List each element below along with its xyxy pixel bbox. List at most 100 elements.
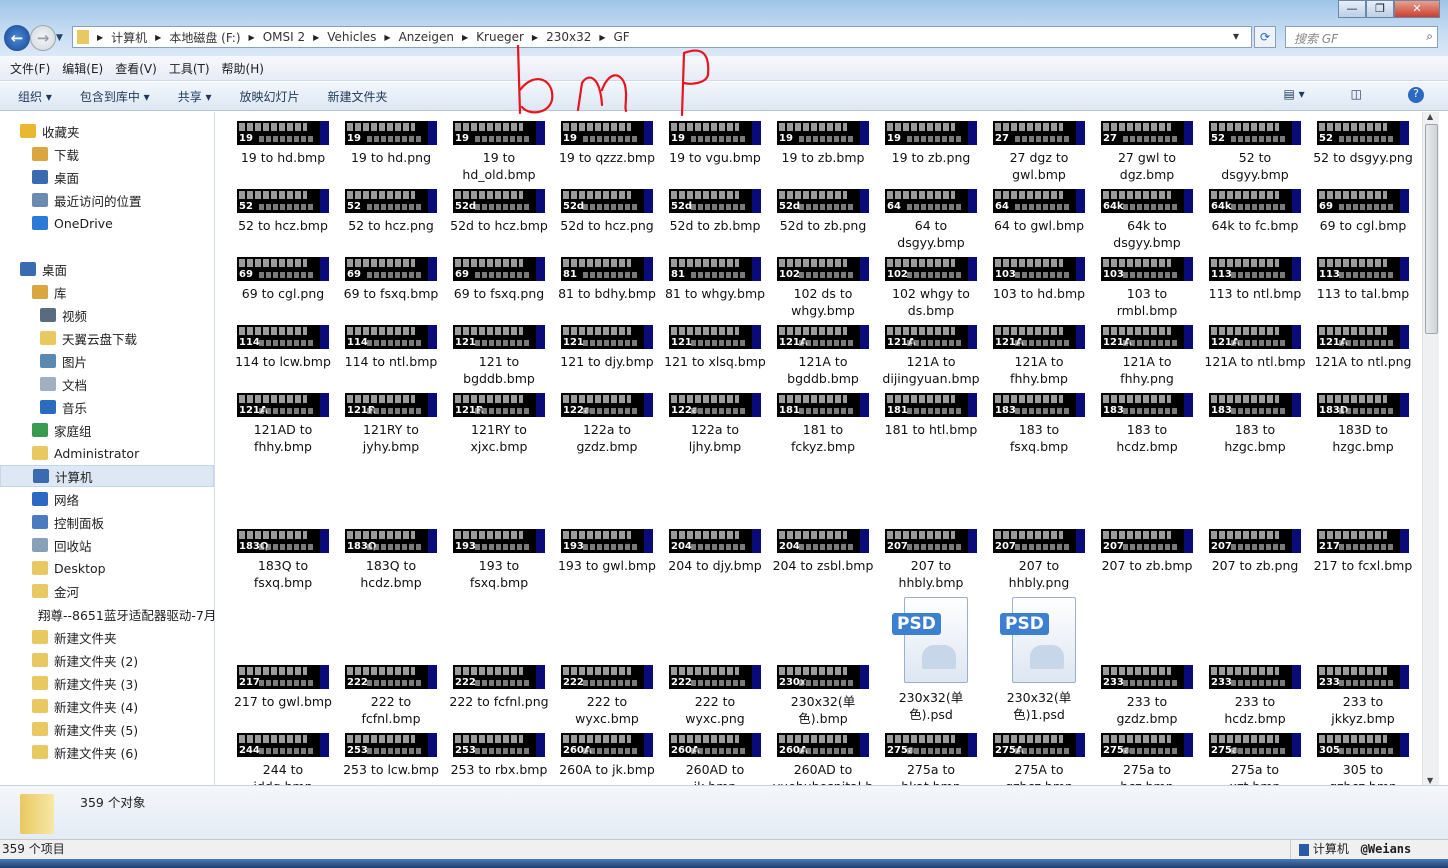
file-item[interactable]: 233 233 to hcdz.bmp bbox=[1202, 665, 1308, 727]
breadcrumb-separator-icon[interactable]: ▶ bbox=[313, 33, 319, 42]
file-item[interactable]: 275a 275a to hkat.bmp bbox=[878, 733, 984, 785]
file-item[interactable]: 183 183 to fsxq.bmp bbox=[986, 393, 1092, 455]
minimize-button[interactable]: — bbox=[1338, 0, 1366, 18]
breadcrumb-separator-icon[interactable]: ▶ bbox=[155, 33, 161, 42]
file-item[interactable]: 19 19 to hd.png bbox=[338, 121, 444, 166]
file-item[interactable]: 69 69 to fsxq.bmp bbox=[338, 257, 444, 302]
file-item[interactable]: 52 52 to dsgyy.png bbox=[1310, 121, 1416, 166]
file-item[interactable]: 183 183 to hzgc.bmp bbox=[1202, 393, 1308, 455]
sidebar-item[interactable]: OneDrive bbox=[0, 212, 214, 234]
toolbar-button-0[interactable]: 组织 ▾ bbox=[18, 88, 52, 105]
file-item[interactable]: 113 113 to ntl.bmp bbox=[1202, 257, 1308, 302]
file-item[interactable]: PSD 230x32(单色)1.psd bbox=[986, 597, 1092, 723]
file-item[interactable]: 27 27 gwl to dgz.bmp bbox=[1094, 121, 1200, 183]
file-item[interactable]: 244 244 to jddq.bmp bbox=[230, 733, 336, 785]
file-item[interactable]: PSD 230x32(单色).psd bbox=[878, 597, 984, 723]
breadcrumb-5[interactable]: Krueger bbox=[476, 30, 524, 44]
sidebar-item[interactable]: 新建文件夹 bbox=[0, 626, 214, 648]
sidebar-item[interactable]: 新建文件夹 (5) bbox=[0, 718, 214, 740]
file-item[interactable]: 275A 275A to gzhcz.bmp bbox=[986, 733, 1092, 785]
sidebar-item[interactable]: 音乐 bbox=[0, 396, 214, 418]
change-view-icon[interactable]: ▤ ▾ bbox=[1283, 87, 1304, 103]
file-item[interactable]: 52d 52d to zb.bmp bbox=[662, 189, 768, 234]
menu-item-0[interactable]: 文件(F) bbox=[10, 60, 50, 77]
recent-pages-dropdown[interactable]: ▼ bbox=[56, 33, 63, 43]
sidebar-item[interactable]: 新建文件夹 (4) bbox=[0, 695, 214, 717]
file-item[interactable]: 222 222 to wyxc.bmp bbox=[554, 665, 660, 727]
sidebar-item[interactable]: 收藏夹 bbox=[0, 120, 214, 142]
file-item[interactable]: 121A 121A to bgddb.bmp bbox=[770, 325, 876, 387]
file-item[interactable]: 122a 122a to gzdz.bmp bbox=[554, 393, 660, 455]
address-bar[interactable]: ▶ 计算机 ▶ 本地磁盘 (F:) ▶ OMSI 2 ▶ Vehicles ▶ Anzeigen ▶… bbox=[72, 26, 1252, 48]
file-item[interactable]: 204 204 to djy.bmp bbox=[662, 529, 768, 574]
file-item[interactable]: 260A 260AD to yuehuhospital.bmp bbox=[770, 733, 876, 785]
menu-item-1[interactable]: 编辑(E) bbox=[62, 60, 103, 77]
file-item[interactable]: 102 102 ds to whgy.bmp bbox=[770, 257, 876, 319]
toolbar-button-1[interactable]: 包含到库中 ▾ bbox=[80, 88, 150, 105]
breadcrumb-0[interactable]: 计算机 bbox=[111, 29, 147, 46]
file-item[interactable]: 183D 183D to hzgc.bmp bbox=[1310, 393, 1416, 455]
file-item[interactable]: 121 121 to bgddb.bmp bbox=[446, 325, 552, 387]
file-item[interactable]: 183Q 183Q to fsxq.bmp bbox=[230, 529, 336, 591]
sidebar-item[interactable]: 天翼云盘下载 bbox=[0, 327, 214, 349]
file-item[interactable]: 253 253 to rbx.bmp bbox=[446, 733, 552, 778]
file-item[interactable]: 121A 121A to fhhy.bmp bbox=[986, 325, 1092, 387]
file-item[interactable]: 122a 122a to ljhy.bmp bbox=[662, 393, 768, 455]
close-button[interactable]: ✕ bbox=[1394, 0, 1440, 18]
sidebar-item[interactable]: 下载 bbox=[0, 143, 214, 165]
file-item[interactable]: 217 217 to gwl.bmp bbox=[230, 665, 336, 710]
file-item[interactable]: 222 222 to fcfnl.bmp bbox=[338, 665, 444, 727]
file-item[interactable]: 69 69 to cgl.png bbox=[230, 257, 336, 302]
address-dropdown-icon[interactable]: ▾ bbox=[1233, 29, 1239, 43]
sidebar-item[interactable]: 最近访问的位置 bbox=[0, 189, 214, 211]
file-item[interactable]: 204 204 to zsbl.bmp bbox=[770, 529, 876, 574]
file-item[interactable]: 19 19 to qzzz.bmp bbox=[554, 121, 660, 166]
file-item[interactable]: 121 121 to xlsq.bmp bbox=[662, 325, 768, 370]
sidebar-item[interactable]: 视频 bbox=[0, 304, 214, 326]
menu-item-2[interactable]: 查看(V) bbox=[115, 60, 157, 77]
file-item[interactable]: 121 121 to djy.bmp bbox=[554, 325, 660, 370]
maximize-button[interactable]: ❐ bbox=[1366, 0, 1394, 18]
file-item[interactable]: 181 181 to htl.bmp bbox=[878, 393, 984, 438]
file-item[interactable]: 69 69 to cgl.bmp bbox=[1310, 189, 1416, 234]
search-input[interactable]: 搜索 GF ⌕ bbox=[1285, 26, 1438, 48]
file-item[interactable]: 207 207 to zb.png bbox=[1202, 529, 1308, 574]
breadcrumb-separator-icon[interactable]: ▶ bbox=[249, 33, 255, 42]
file-item[interactable]: 52 52 to hcz.png bbox=[338, 189, 444, 234]
file-item[interactable]: 193 193 to fsxq.bmp bbox=[446, 529, 552, 591]
file-item[interactable]: 69 69 to fsxq.png bbox=[446, 257, 552, 302]
file-item[interactable]: 222 222 to fcfnl.png bbox=[446, 665, 552, 710]
file-item[interactable]: 64 64 to dsgyy.bmp bbox=[878, 189, 984, 251]
file-item[interactable]: 121A 121A to fhhy.png bbox=[1094, 325, 1200, 387]
file-item[interactable]: 193 193 to gwl.bmp bbox=[554, 529, 660, 574]
file-item[interactable]: 260A 260A to jk.bmp bbox=[554, 733, 660, 778]
file-item[interactable]: 207 207 to hhbly.png bbox=[986, 529, 1092, 591]
sidebar-item[interactable]: 桌面 bbox=[0, 258, 214, 280]
sidebar-item[interactable]: 回收站 bbox=[0, 534, 214, 556]
file-item[interactable]: 114 114 to ntl.bmp bbox=[338, 325, 444, 370]
file-item[interactable]: 275a 275a to xzt.bmp bbox=[1202, 733, 1308, 785]
file-item[interactable]: 19 19 to hd_old.bmp bbox=[446, 121, 552, 183]
file-item[interactable]: 260A 260AD to jk.bmp bbox=[662, 733, 768, 785]
refresh-button[interactable]: ⟳ bbox=[1254, 26, 1276, 48]
file-item[interactable]: 222 222 to wyxc.png bbox=[662, 665, 768, 727]
sidebar-item[interactable]: 新建文件夹 (6) bbox=[0, 741, 214, 763]
file-item[interactable]: 52 52 to dsgyy.bmp bbox=[1202, 121, 1308, 183]
sidebar-item[interactable]: 控制面板 bbox=[0, 511, 214, 533]
scroll-up-icon[interactable]: ▲ bbox=[1427, 112, 1433, 121]
file-item[interactable]: 19 19 to vgu.bmp bbox=[662, 121, 768, 166]
file-item[interactable]: 233 233 to jkkyz.bmp bbox=[1310, 665, 1416, 727]
file-item[interactable]: 81 81 to whgy.bmp bbox=[662, 257, 768, 302]
file-item[interactable]: 183 183 to hcdz.bmp bbox=[1094, 393, 1200, 455]
file-item[interactable]: 113 113 to tal.bmp bbox=[1310, 257, 1416, 302]
toolbar-button-4[interactable]: 新建文件夹 bbox=[328, 88, 388, 105]
menu-item-4[interactable]: 帮助(H) bbox=[222, 60, 264, 77]
sidebar-item[interactable]: 库 bbox=[0, 281, 214, 303]
toolbar-button-3[interactable]: 放映幻灯片 bbox=[240, 88, 300, 105]
sidebar-item[interactable]: 计算机 bbox=[0, 465, 214, 487]
file-item[interactable]: 64k 64k to fc.bmp bbox=[1202, 189, 1308, 234]
file-item[interactable]: 121R 121RY to xjxc.bmp bbox=[446, 393, 552, 455]
breadcrumb-separator-icon[interactable]: ▶ bbox=[384, 33, 390, 42]
file-item[interactable]: 81 81 to bdhy.bmp bbox=[554, 257, 660, 302]
file-item[interactable]: 103 103 to hd.bmp bbox=[986, 257, 1092, 302]
